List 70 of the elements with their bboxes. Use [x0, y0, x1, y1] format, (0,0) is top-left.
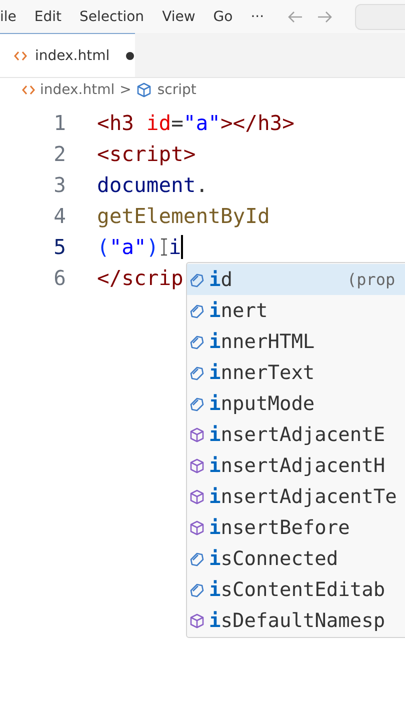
code-token: getElementById	[97, 204, 270, 228]
menu-item[interactable]: ···	[242, 8, 274, 24]
menu-item[interactable]: Edit	[25, 8, 71, 24]
html-file-icon	[14, 50, 27, 60]
suggestion-item[interactable]: insertBefore	[187, 512, 405, 543]
suggestion-label: id	[209, 268, 232, 291]
cube-icon	[189, 612, 205, 628]
code-token: (	[97, 234, 110, 258]
breadcrumb-separator: >	[120, 82, 132, 98]
cube-icon	[189, 488, 205, 504]
suggestion-item[interactable]: insertAdjacentE	[187, 419, 405, 450]
breadcrumb-symbol[interactable]: script	[157, 82, 196, 98]
suggestion-item[interactable]: isConnected	[187, 543, 405, 574]
cube-icon	[189, 520, 205, 536]
suggestion-label: insertAdjacentE	[209, 423, 386, 446]
code-token: i	[168, 234, 182, 258]
code-token: .	[196, 172, 208, 196]
code-token: <h3	[97, 110, 136, 134]
text-cursor	[181, 234, 184, 258]
code-token: <script>	[97, 142, 196, 166]
suggestion-label: isDefaultNamesp	[209, 609, 386, 632]
suggestion-label: isContentEditab	[209, 578, 386, 601]
menu-item[interactable]: Selection	[70, 8, 154, 24]
menu-item[interactable]: View	[153, 8, 204, 24]
suggestion-item[interactable]: innerText	[187, 357, 405, 388]
suggestion-item[interactable]: id (prop	[187, 264, 405, 295]
menu-item[interactable]: ile	[0, 8, 26, 24]
suggestion-item[interactable]: inert	[187, 295, 405, 326]
suggestion-item[interactable]: isContentEditab	[187, 574, 405, 605]
code-token: =	[171, 110, 184, 134]
i-beam-pointer-icon	[160, 238, 168, 256]
code-token: "a"	[183, 110, 220, 134]
suggestion-label: insertBefore	[209, 516, 350, 539]
code-token: </scrip	[97, 266, 184, 290]
line-number: 4	[52, 204, 66, 228]
suggestion-item[interactable]: insertAdjacentTe	[187, 481, 405, 512]
line-number: 6	[52, 266, 66, 290]
line-number: 1	[52, 110, 66, 134]
cube-icon	[136, 82, 152, 98]
suggestion-detail: (prop	[347, 270, 396, 289]
suggestion-item[interactable]: inputMode	[187, 388, 405, 419]
suggestion-item[interactable]: insertAdjacentH	[187, 450, 405, 481]
suggestion-label: innerText	[209, 361, 315, 384]
code-token: )	[146, 234, 159, 258]
cube-icon	[189, 426, 205, 442]
code-token: ></h3>	[220, 110, 294, 134]
html-file-icon	[22, 85, 35, 95]
line-number: 2	[52, 142, 66, 166]
suggestion-item[interactable]: innerHTML	[187, 326, 405, 357]
suggestion-label: innerHTML	[209, 330, 315, 353]
search-field[interactable]	[355, 4, 405, 30]
tab-label: index.html	[35, 48, 110, 64]
suggestion-label: inputMode	[209, 392, 315, 415]
editor-tab[interactable]: index.html	[0, 33, 135, 77]
suggestion-label: inert	[209, 299, 268, 322]
suggestion-label: isConnected	[209, 547, 338, 570]
line-number: 5	[52, 234, 66, 258]
code-token: document	[97, 172, 196, 196]
cube-icon	[189, 458, 205, 474]
code-token: id	[146, 110, 172, 134]
line-number: 3	[52, 172, 66, 196]
code-token: "a"	[109, 234, 146, 258]
suggestion-label: insertAdjacentTe	[209, 485, 397, 508]
suggestion-item[interactable]: isDefaultNamesp	[187, 605, 405, 636]
suggestion-label: insertAdjacentH	[209, 454, 386, 477]
back-arrow-icon[interactable]	[287, 10, 304, 24]
forward-arrow-icon[interactable]	[317, 10, 334, 24]
breadcrumb-file[interactable]: index.html	[40, 82, 115, 98]
unsaved-dot-icon	[126, 52, 134, 60]
menu-item[interactable]: Go	[204, 8, 242, 24]
